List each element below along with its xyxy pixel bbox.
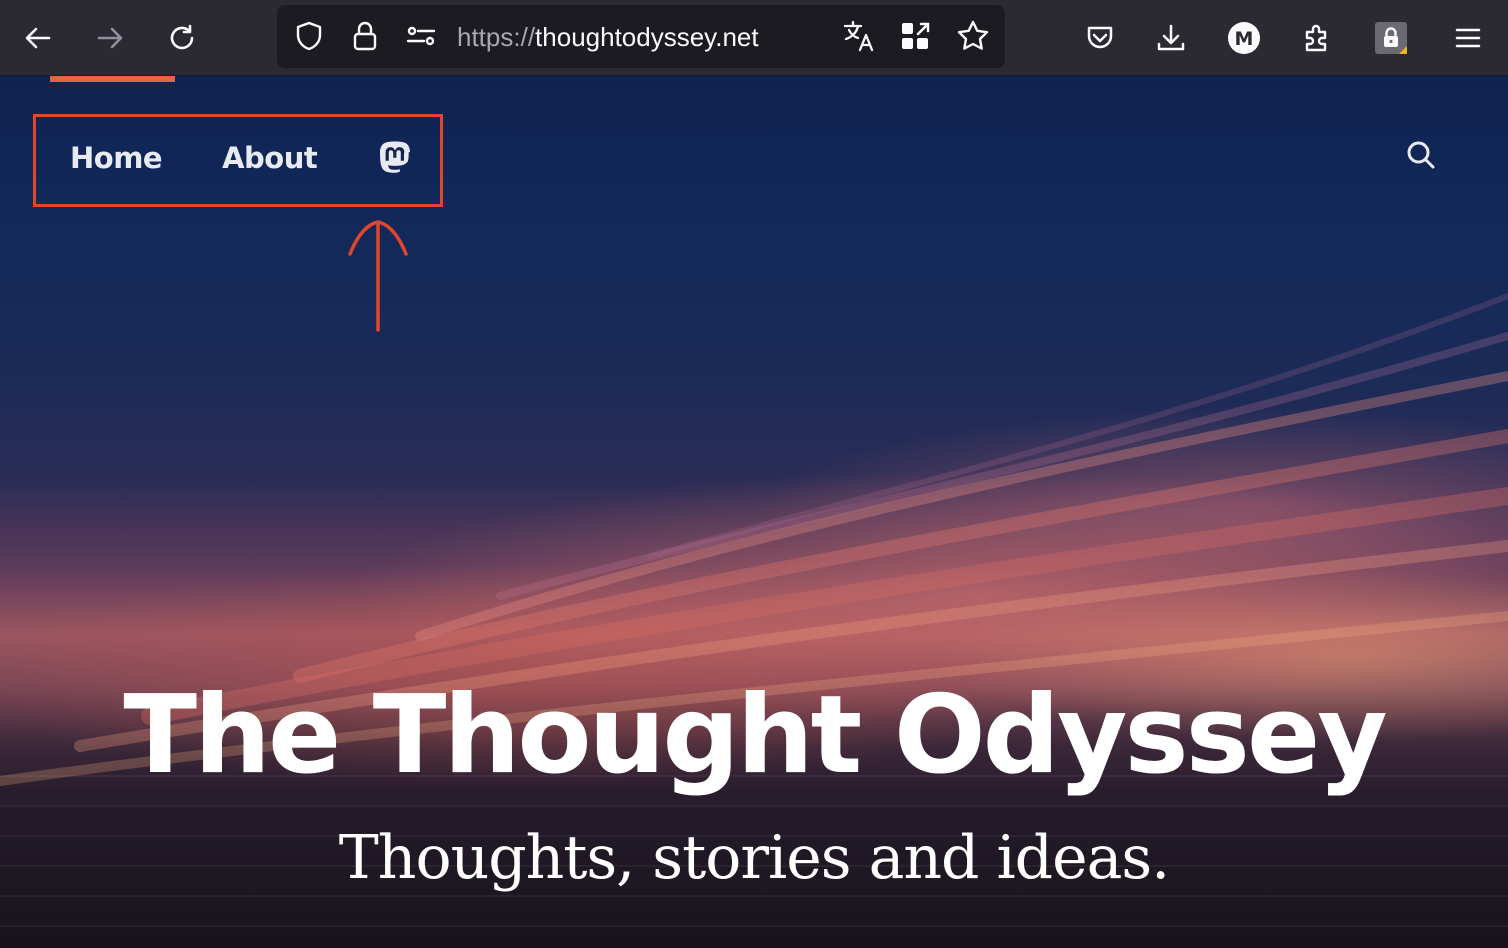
grid-icon[interactable] bbox=[895, 16, 935, 56]
browser-window: https://thoughtodyssey.net M Home About … bbox=[0, 0, 1508, 948]
annotation-arrow bbox=[348, 220, 408, 332]
url-text[interactable]: https://thoughtodyssey.net bbox=[457, 21, 759, 53]
shield-icon[interactable] bbox=[289, 16, 329, 56]
download-icon[interactable] bbox=[1147, 14, 1195, 62]
hamburger-menu-icon[interactable] bbox=[1444, 14, 1492, 62]
url-scheme: https:// bbox=[457, 22, 536, 52]
url-host: thoughtodyssey.net bbox=[535, 22, 759, 52]
search-icon[interactable] bbox=[1402, 136, 1440, 174]
forward-arrow-icon[interactable] bbox=[86, 14, 134, 62]
pocket-icon[interactable] bbox=[1076, 14, 1124, 62]
password-icon[interactable] bbox=[1367, 14, 1415, 62]
site-tagline: Thoughts, stories and ideas. bbox=[338, 823, 1170, 893]
star-icon[interactable] bbox=[953, 16, 993, 56]
address-bar[interactable]: https://thoughtodyssey.net bbox=[277, 5, 1005, 68]
puzzle-icon[interactable] bbox=[1293, 14, 1341, 62]
translate-icon[interactable] bbox=[839, 16, 879, 56]
lock-icon[interactable] bbox=[345, 16, 385, 56]
active-nav-indicator bbox=[50, 76, 175, 82]
annotation-highlight-box bbox=[33, 114, 443, 207]
back-arrow-icon[interactable] bbox=[14, 14, 62, 62]
permissions-icon[interactable] bbox=[401, 16, 441, 56]
browser-toolbar: https://thoughtodyssey.net M bbox=[0, 0, 1508, 76]
reload-icon[interactable] bbox=[158, 14, 206, 62]
site-title: The Thought Odyssey bbox=[123, 673, 1387, 798]
account-initial: M bbox=[1235, 28, 1254, 50]
account-icon[interactable]: M bbox=[1220, 14, 1268, 62]
hero-section: Home About The Thought Odyssey Thoughts,… bbox=[0, 76, 1508, 948]
